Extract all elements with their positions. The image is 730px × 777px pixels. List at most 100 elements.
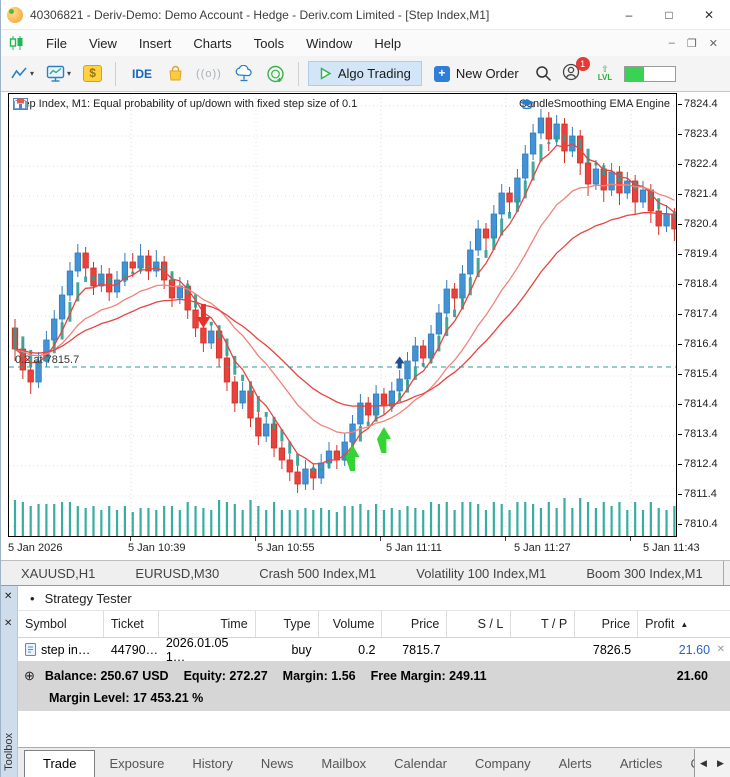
- toolbox-tab-trade[interactable]: Trade: [24, 750, 96, 777]
- column-header-type[interactable]: Type: [256, 611, 319, 637]
- column-header-volume[interactable]: Volume: [319, 611, 383, 637]
- volume-bar: [163, 506, 166, 536]
- price-chart[interactable]: 0.2 at 7815.7: [9, 94, 676, 536]
- volume-bar: [579, 498, 582, 536]
- volume-bar: [555, 508, 558, 536]
- indicators-button[interactable]: ▾: [42, 62, 75, 85]
- chart-maximize-button[interactable]: ❐: [687, 37, 697, 50]
- profile-button[interactable]: 1: [560, 57, 590, 86]
- volume-bar: [45, 504, 48, 536]
- trade-table-row[interactable]: step in… 44790… 2026.01.05 1… buy 0.2 7815.7 7…: [18, 636, 730, 664]
- column-header-ticket[interactable]: Ticket: [104, 611, 159, 637]
- expand-icon[interactable]: ⊕: [24, 668, 35, 684]
- menu-item-charts[interactable]: Charts: [182, 34, 242, 53]
- chart-tab-volatility-100-index-m1[interactable]: Volatility 100 Index,M1: [396, 563, 566, 584]
- menu-item-window[interactable]: Window: [295, 34, 363, 53]
- chart-tab-xauusd-h1[interactable]: XAUUSD,H1: [1, 563, 115, 584]
- toolbox-tab-articles[interactable]: Articles: [606, 751, 677, 777]
- column-header-symbol[interactable]: Symbol: [18, 611, 104, 637]
- menu-item-file[interactable]: File: [35, 34, 78, 53]
- close-trade-panel-icon[interactable]: ✕: [4, 618, 12, 629]
- cloud-button[interactable]: [230, 62, 258, 85]
- volume-bar: [272, 502, 276, 536]
- indicator-name: CandleSmoothing EMA Engine: [518, 98, 670, 110]
- scroll-left-icon[interactable]: ◀: [695, 758, 712, 769]
- market-button[interactable]: [163, 62, 188, 85]
- column-header-time[interactable]: Time: [159, 611, 256, 637]
- search-button[interactable]: [531, 62, 556, 85]
- column-header-price[interactable]: Price: [382, 611, 448, 637]
- smoothed-candle: [170, 271, 174, 282]
- signals-button[interactable]: ((o)): [192, 65, 226, 83]
- candle-body: [506, 192, 513, 203]
- column-header-profit[interactable]: Profit ▲: [638, 611, 730, 637]
- toolbox-tab-alerts[interactable]: Alerts: [545, 751, 606, 777]
- candle-body: [82, 252, 89, 269]
- minimize-button[interactable]: –: [622, 8, 636, 22]
- graduation-cap-icon[interactable]: [519, 98, 535, 111]
- volume-bar: [343, 506, 346, 536]
- cell-sl: [447, 638, 511, 661]
- volume-bar: [218, 500, 221, 536]
- chart-type-button[interactable]: ▾: [7, 63, 38, 84]
- toolbox-tab-calendar[interactable]: Calendar: [380, 751, 461, 777]
- menu-item-view[interactable]: View: [78, 34, 128, 53]
- toolbox-tab-mailbox[interactable]: Mailbox: [307, 751, 380, 777]
- maximize-button[interactable]: □: [662, 8, 676, 22]
- volume-bar: [225, 502, 229, 536]
- close-strategy-tester-icon[interactable]: ✕: [4, 591, 12, 602]
- toolbox-tab-history[interactable]: History: [178, 751, 246, 777]
- close-position-icon[interactable]: ✕: [717, 644, 725, 655]
- close-button[interactable]: ✕: [702, 8, 716, 22]
- toolbox-tab-exposure[interactable]: Exposure: [95, 751, 178, 777]
- algo-trading-button[interactable]: Algo Trading: [307, 61, 422, 86]
- chart-tab-eurusd-m30[interactable]: EURUSD,M30: [115, 563, 239, 584]
- toolbox-tab-company[interactable]: Company: [461, 751, 545, 777]
- scroll-right-icon[interactable]: ▶: [712, 758, 729, 769]
- deposit-button[interactable]: $: [79, 62, 106, 85]
- smoothed-candle: [578, 139, 582, 149]
- volume-bar: [532, 504, 535, 536]
- depth-of-market-icon[interactable]: [13, 98, 28, 110]
- community-button[interactable]: [262, 62, 289, 86]
- candle-body: [200, 327, 207, 344]
- level-indicator[interactable]: ⇧ LVL: [597, 65, 613, 83]
- lvl-label: LVL: [597, 73, 613, 82]
- toolbox-tab-news[interactable]: News: [247, 751, 308, 777]
- tick-mark: [678, 193, 682, 195]
- tick-mark: [678, 313, 682, 315]
- trade-table-header[interactable]: Symbol Ticket Time Type Volume Price S / LT / …: [18, 611, 730, 638]
- scroll-left-icon[interactable]: ◀: [724, 568, 730, 579]
- price-tick-label: 7822.4: [678, 158, 718, 170]
- column-header-price[interactable]: Price: [575, 611, 639, 637]
- tick-mark: [678, 253, 682, 255]
- candle-body: [278, 447, 286, 461]
- volume-bar: [359, 504, 362, 536]
- time-axis[interactable]: 5 Jan 2026 5 Jan 10:39 5 Jan 10:55 5 Jan 11…: [8, 537, 730, 560]
- smoothed-candle: [209, 321, 213, 326]
- volume-bar: [586, 502, 590, 536]
- ide-button[interactable]: IDE: [125, 64, 159, 84]
- chart-minimize-button[interactable]: –: [669, 37, 675, 50]
- tick-mark: [678, 433, 682, 435]
- candle-body: [239, 390, 246, 404]
- chart-close-button[interactable]: ✕: [709, 37, 718, 50]
- chart-plot[interactable]: Step Index, M1: Equal probability of up/…: [8, 93, 677, 537]
- menu-item-insert[interactable]: Insert: [128, 34, 183, 53]
- balance-segment: Balance: 250.67 USD: [44, 669, 169, 683]
- strategy-tester-row[interactable]: • Strategy Tester: [18, 586, 730, 611]
- volume-bar: [626, 510, 629, 536]
- cell-price: 7815.7: [402, 642, 441, 657]
- balance-segment: Equity: 272.27: [183, 669, 268, 683]
- column-header-tp[interactable]: T / P: [511, 611, 576, 637]
- column-header-sl[interactable]: S / L: [447, 611, 512, 637]
- price-axis[interactable]: 7824.4 7823.4 7822.4 7821.4 7820.4 7819.4 7818…: [678, 93, 730, 537]
- chart-tab-crash-500-index-m1[interactable]: Crash 500 Index,M1: [239, 563, 396, 584]
- broadcast-plus-icon: [267, 65, 284, 82]
- chart-tab-bar: XAUUSD,H1 EURUSD,M30 Crash 500 Index,M1 Vol…: [1, 560, 730, 586]
- menu-item-tools[interactable]: Tools: [243, 34, 295, 53]
- new-order-button[interactable]: + New Order: [426, 62, 527, 86]
- volume-bar: [29, 506, 32, 536]
- chart-tab-boom-300-index-m1[interactable]: Boom 300 Index,M1: [566, 563, 722, 584]
- menu-item-help[interactable]: Help: [363, 34, 412, 53]
